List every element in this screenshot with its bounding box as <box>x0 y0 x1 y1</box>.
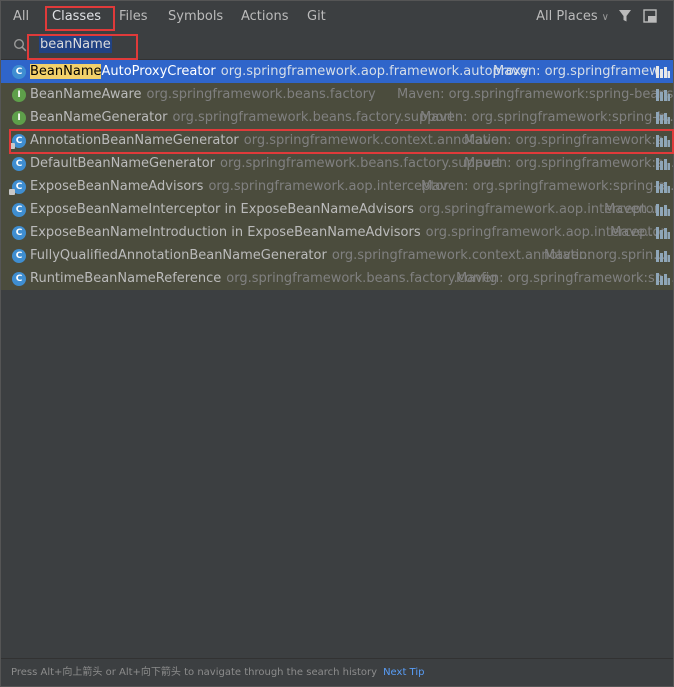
places-label: All Places <box>536 9 598 24</box>
tab-git[interactable]: Git <box>307 9 326 24</box>
result-package: org.springframework.aop.framework.autopr… <box>220 64 529 79</box>
class-icon: C <box>9 180 26 195</box>
search-everywhere-popup: All Classes Files Symbols Actions Git Al… <box>0 0 674 687</box>
tab-files[interactable]: Files <box>119 9 148 24</box>
tab-bar: All Classes Files Symbols Actions Git Al… <box>1 1 673 33</box>
class-icon: C <box>12 226 26 240</box>
library-icon <box>656 89 670 101</box>
result-package: org.springframework.beans.factory <box>146 87 376 102</box>
library-icon <box>656 204 670 216</box>
result-name: FullyQualifiedAnnotationBeanNameGenerato… <box>30 248 327 263</box>
preview-panel-icon[interactable] <box>643 9 657 23</box>
search-query: beanName <box>39 36 112 53</box>
result-library: Maven: org.springframework:spring-b... <box>420 110 673 125</box>
result-package: org.springframework.aop.interceptor <box>208 179 449 194</box>
result-library: Maven: org.sprin... <box>544 248 666 263</box>
result-library: Maven: org.springframework:spring-a... <box>421 179 673 194</box>
results-list: C BeanNameAutoProxyCreator org.springfram… <box>1 60 673 290</box>
search-input[interactable]: beanName <box>39 36 112 53</box>
result-library: Maven... <box>604 202 660 217</box>
search-bar: beanName <box>1 32 673 60</box>
result-library: Maven: org.springframework:s... <box>464 156 673 171</box>
result-row[interactable]: C DefaultBeanNameGenerator org.springfram… <box>1 152 673 175</box>
result-row[interactable]: C ExposeBeanNameInterceptor in ExposeBea… <box>1 198 673 221</box>
class-icon: C <box>12 65 26 79</box>
result-row[interactable]: C RuntimeBeanNameReference org.springfram… <box>1 267 673 290</box>
result-row[interactable]: I BeanNameGenerator org.springframework.b… <box>1 106 673 129</box>
next-tip-link[interactable]: Next Tip <box>383 667 424 678</box>
class-icon: C <box>12 272 26 286</box>
library-icon <box>656 181 670 193</box>
result-name: AutoProxyCreator <box>101 64 216 79</box>
result-row[interactable]: C FullyQualifiedAnnotationBeanNameGenera… <box>1 244 673 267</box>
result-name: RuntimeBeanNameReference <box>30 271 222 286</box>
class-icon: C <box>12 203 26 217</box>
search-icon <box>13 38 27 52</box>
result-library: Mave... <box>610 225 658 240</box>
library-icon <box>656 112 670 124</box>
result-name: BeanNameAware <box>30 87 142 102</box>
result-library: Maven: org.springframework:s... <box>464 133 673 148</box>
library-icon <box>656 250 670 262</box>
result-row[interactable]: I BeanNameAware org.springframework.beans… <box>1 83 673 106</box>
result-name: ExposeBeanNameInterceptor in ExposeBeanN… <box>30 202 414 217</box>
match-highlight: BeanName <box>30 64 102 79</box>
result-package: org.springframework.beans.factory.suppor… <box>172 110 454 125</box>
result-row[interactable]: C ExposeBeanNameIntroduction in ExposeBe… <box>1 221 673 244</box>
tab-all[interactable]: All <box>13 9 29 24</box>
result-library: Maven: org.springframew... <box>493 64 671 79</box>
result-name: ExposeBeanNameAdvisors <box>30 179 204 194</box>
result-package: org.springframework.beans.factory.suppor… <box>220 156 502 171</box>
chevron-down-icon: ∨ <box>601 12 609 23</box>
class-icon: C <box>9 134 26 149</box>
library-icon <box>656 158 670 170</box>
tab-symbols[interactable]: Symbols <box>168 9 223 24</box>
tab-classes[interactable]: Classes <box>52 9 101 24</box>
result-name: BeanNameGenerator <box>30 110 168 125</box>
result-library: Maven: org.springframework:sp... <box>456 271 673 286</box>
class-icon: C <box>12 249 26 263</box>
result-row[interactable]: C AnnotationBeanNameGenerator org.springf… <box>1 129 673 152</box>
footer-hint-bar: Press Alt+向上箭头 or Alt+向下箭头 to navigate t… <box>1 658 673 686</box>
result-library: Maven: org.springframework:spring-beans:… <box>397 87 673 102</box>
library-icon <box>656 273 670 285</box>
result-name: ExposeBeanNameIntroduction in ExposeBean… <box>30 225 421 240</box>
result-row[interactable]: C ExposeBeanNameAdvisors org.springframew… <box>1 175 673 198</box>
tab-actions[interactable]: Actions <box>241 9 289 24</box>
interface-icon: I <box>12 88 26 102</box>
result-name: DefaultBeanNameGenerator <box>30 156 215 171</box>
filter-icon[interactable] <box>618 9 632 23</box>
result-name: AnnotationBeanNameGenerator <box>30 133 239 148</box>
library-icon <box>656 227 670 239</box>
places-dropdown[interactable]: All Places ∨ <box>536 9 609 24</box>
interface-icon: I <box>12 111 26 125</box>
library-icon <box>656 135 670 147</box>
class-icon: C <box>12 157 26 171</box>
library-icon <box>656 66 670 78</box>
result-row[interactable]: C BeanNameAutoProxyCreator org.springfram… <box>1 60 673 83</box>
footer-hint: Press Alt+向上箭头 or Alt+向下箭头 to navigate t… <box>11 667 378 678</box>
